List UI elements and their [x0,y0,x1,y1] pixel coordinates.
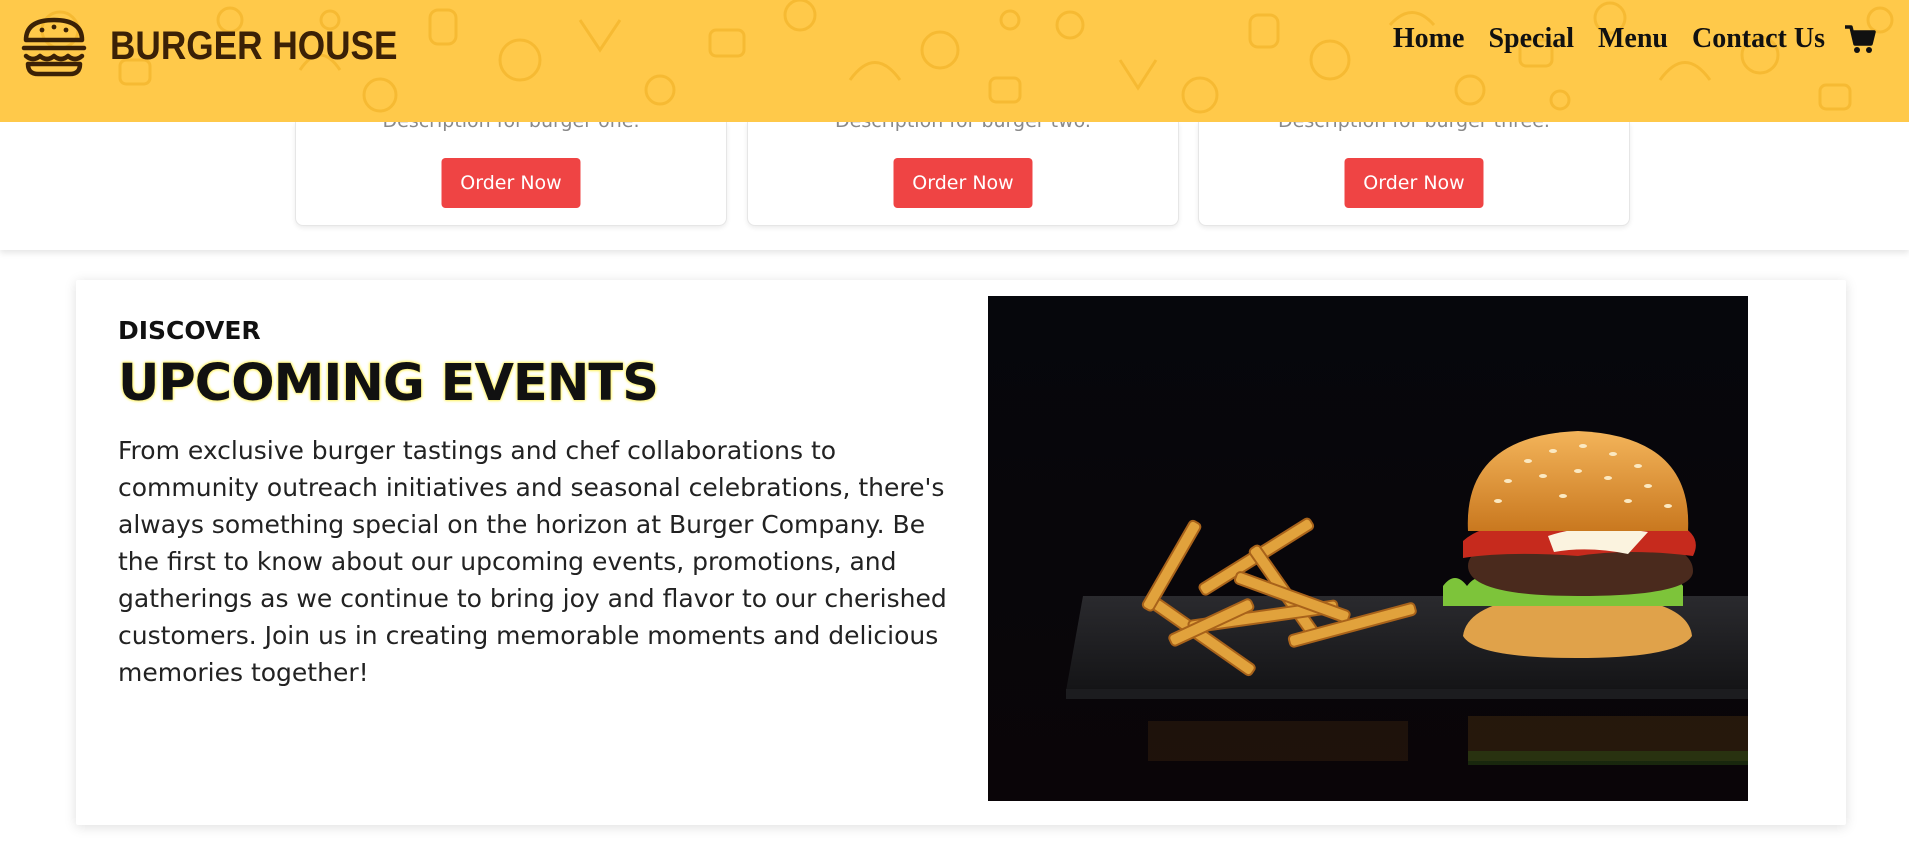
nav-home[interactable]: Home [1393,23,1465,55]
order-now-button[interactable]: Order Now [893,158,1033,208]
product-card: Description for burger three. Order Now [1198,110,1630,226]
product-card: Description for burger two. Order Now [747,110,1179,226]
nav-menu[interactable]: Menu [1598,23,1668,55]
order-now-button[interactable]: Order Now [441,158,581,208]
site-header: BURGER HOUSE Home Special Menu Contact U… [0,0,1909,122]
order-now-button[interactable]: Order Now [1344,158,1484,208]
nav-contact-us[interactable]: Contact Us [1692,23,1825,55]
shopping-cart-icon[interactable] [1843,22,1877,56]
burger-and-fries-photo [988,296,1748,801]
burger-logo-icon [21,17,87,77]
nav-special[interactable]: Special [1488,23,1574,55]
brand-logo[interactable]: BURGER HOUSE [20,12,437,80]
main-nav: Home Special Menu Contact Us [1369,22,1877,56]
upcoming-events-section: DISCOVER UPCOMING EVENTS From exclusive … [76,280,1846,825]
brand-name: BURGER HOUSE [110,23,398,68]
photo-illustration [988,296,1748,801]
product-cards-strip: Description for burger one. Order Now De… [0,110,1909,250]
section-kicker: DISCOVER [118,316,261,345]
section-body-text: From exclusive burger tastings and chef … [118,436,947,687]
product-card: Description for burger one. Order Now [295,110,727,226]
section-title: UPCOMING EVENTS [118,354,659,413]
